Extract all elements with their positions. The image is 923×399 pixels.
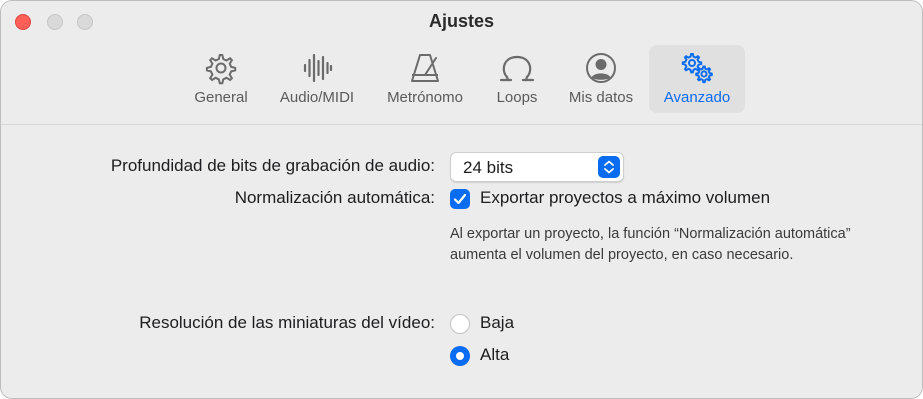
tab-advanced[interactable]: Avanzado	[649, 45, 745, 113]
loop-icon	[499, 55, 535, 82]
tab-label: Audio/MIDI	[279, 89, 355, 106]
metronome-icon	[411, 54, 439, 82]
waveform-icon	[303, 53, 333, 83]
advanced-settings-pane: Profundidad de bits de grabación de audi…	[1, 126, 922, 398]
radio-high-label[interactable]: Alta	[480, 345, 509, 365]
tab-label: General	[194, 89, 248, 106]
tab-audio-midi[interactable]: Audio/MIDI	[271, 45, 363, 113]
video-thumbnail-label: Resolución de las miniaturas del vídeo:	[139, 313, 435, 332]
window-title: Ajustes	[428, 11, 495, 31]
person-circle-icon	[586, 53, 616, 83]
chevron-up-down-icon	[598, 156, 620, 178]
radio-low-label[interactable]: Baja	[480, 313, 514, 333]
tab-my-info[interactable]: Mis datos	[559, 45, 643, 113]
gear-icon	[205, 54, 237, 85]
titlebar: Ajustes General Audio/MIDI Metrónomo Loo…	[1, 1, 922, 125]
radio-high[interactable]	[450, 346, 470, 366]
tab-general[interactable]: General	[185, 45, 257, 113]
normalization-help-text: Al exportar un proyecto, la función “Nor…	[450, 226, 851, 263]
tab-label: Metrónomo	[387, 89, 463, 106]
gears-icon	[681, 53, 713, 84]
bit-depth-popup[interactable]: 24 bits	[450, 152, 624, 182]
tab-loops[interactable]: Loops	[485, 45, 549, 113]
normalization-label: Normalización automática:	[234, 188, 435, 207]
settings-window: Ajustes General Audio/MIDI Metrónomo Loo…	[0, 0, 923, 399]
tab-label: Mis datos	[568, 89, 634, 106]
radio-low[interactable]	[450, 314, 470, 334]
tab-label: Loops	[496, 89, 538, 106]
tab-metronome[interactable]: Metrónomo	[377, 45, 473, 113]
export-max-volume-label[interactable]: Exportar proyectos a máximo volumen	[480, 188, 770, 208]
tab-label: Avanzado	[663, 89, 731, 106]
radio-dot	[456, 352, 464, 360]
bit-depth-label: Profundidad de bits de grabación de audi…	[110, 156, 435, 175]
export-max-volume-checkbox[interactable]	[450, 189, 470, 209]
checkmark-icon	[453, 193, 467, 205]
bit-depth-value: 24 bits	[463, 158, 514, 177]
